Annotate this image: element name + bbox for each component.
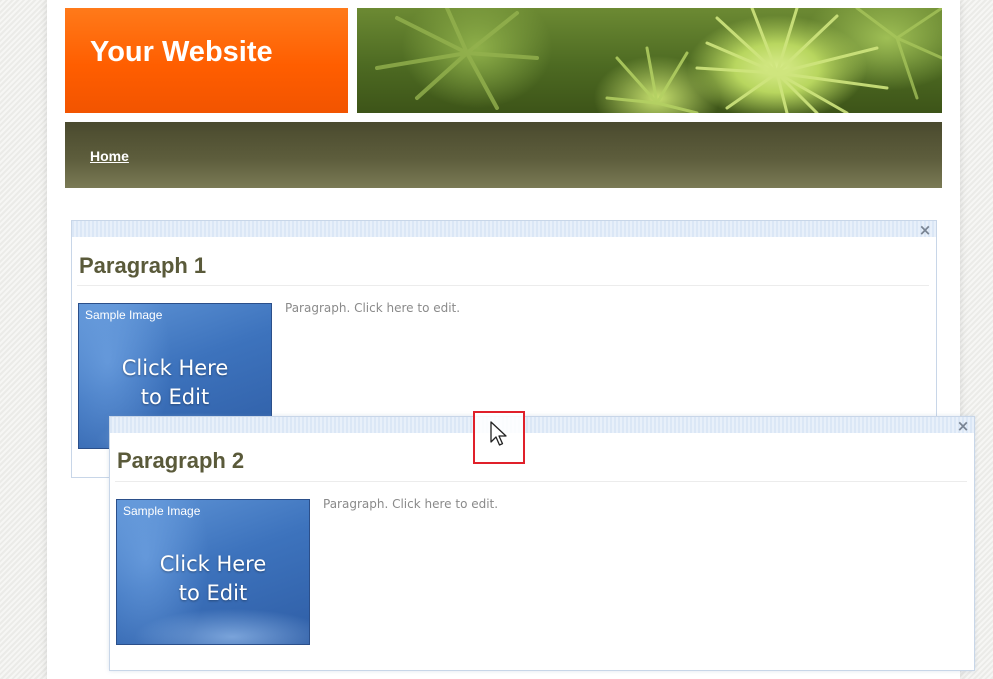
paragraph-text[interactable]: Paragraph. Click here to edit. [323,497,498,511]
sample-image-label: Sample Image [123,504,201,518]
plant-leaves-graphic [375,8,942,113]
click-to-edit-label: Click Here to Edit [79,354,271,412]
content-block-2[interactable]: × Paragraph 2 Sample Image Click Here to… [109,416,975,671]
close-icon[interactable]: × [956,419,970,434]
close-icon[interactable]: × [918,223,932,238]
cta-line-1: Click Here [159,552,267,576]
block-drag-handle[interactable] [110,417,974,433]
click-to-edit-label: Click Here to Edit [117,550,309,608]
heading-divider [115,481,967,482]
paragraph-text[interactable]: Paragraph. Click here to edit. [285,301,460,315]
site-logo[interactable]: Your Website [65,8,348,113]
mouse-pointer-icon [490,421,507,446]
heading-divider [77,285,929,286]
sample-image[interactable]: Sample Image Click Here to Edit [116,499,310,645]
header-banner-image [357,8,942,113]
nav-link-home[interactable]: Home [90,148,129,164]
sample-image-label: Sample Image [85,308,163,322]
cta-line-2: to Edit [140,385,210,409]
site-title: Your Website [90,36,273,68]
main-navigation: Home [65,122,942,188]
cta-line-1: Click Here [121,356,229,380]
block-drag-handle[interactable] [72,221,936,237]
cta-line-2: to Edit [178,581,248,605]
paragraph-heading[interactable]: Paragraph 1 [79,253,206,279]
paragraph-heading[interactable]: Paragraph 2 [117,448,244,474]
